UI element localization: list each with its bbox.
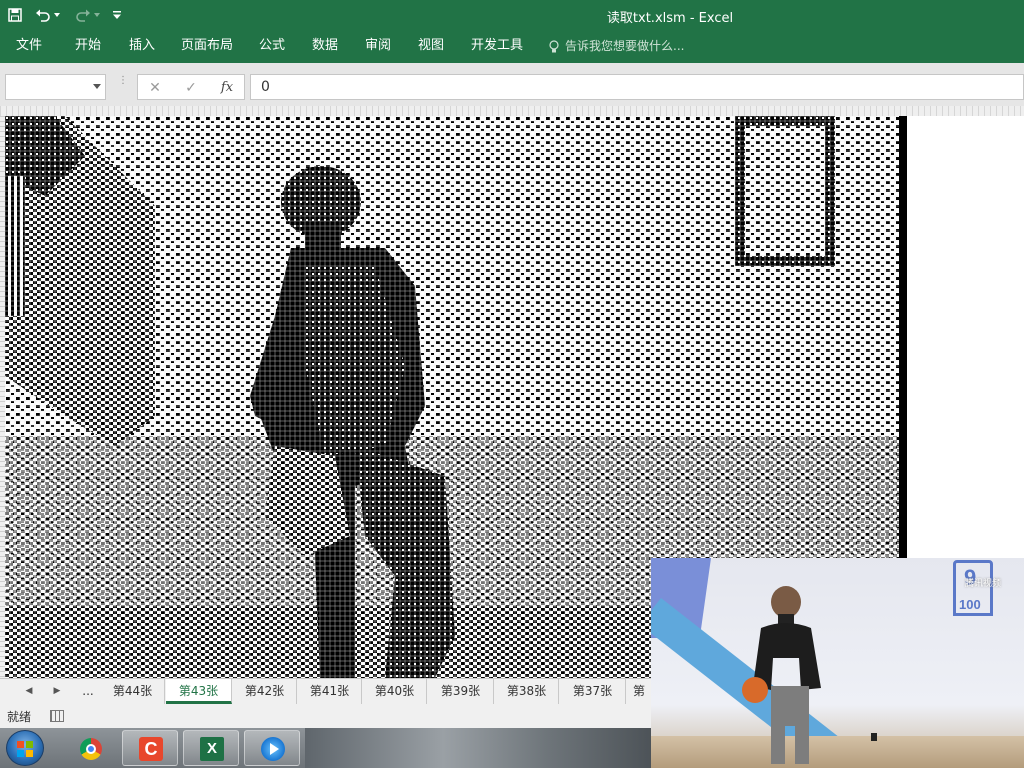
- save-icon[interactable]: [4, 4, 26, 26]
- ribbon-tabs: 文件 开始 插入 页面布局 公式 数据 审阅 视图 开发工具 告诉我您想要做什么…: [0, 30, 1024, 63]
- tell-me-search[interactable]: 告诉我您想要做什么...: [548, 35, 684, 57]
- chevron-down-icon[interactable]: [93, 84, 101, 89]
- capcut-task[interactable]: C: [122, 730, 178, 766]
- title-bar: 读取txt.xlsm - Excel: [0, 0, 1024, 30]
- name-box[interactable]: [5, 74, 106, 100]
- scroll-right-icon[interactable]: ▶: [50, 683, 64, 699]
- video-overlay[interactable]: 9 100 腾讯视频: [651, 558, 1024, 768]
- sheet-tab-active[interactable]: 第43张: [166, 679, 232, 704]
- redo-icon[interactable]: [72, 4, 94, 26]
- undo-icon[interactable]: [32, 4, 54, 26]
- insert-function-button[interactable]: fx: [216, 78, 238, 98]
- video-watermark: 腾讯视频: [965, 579, 1002, 589]
- sheet-tab[interactable]: 第44张: [101, 679, 165, 704]
- media-player-task[interactable]: [244, 730, 300, 766]
- player-figure: [742, 586, 821, 764]
- excel-icon: X: [200, 737, 224, 761]
- tab-insert[interactable]: 插入: [129, 35, 155, 57]
- tab-file[interactable]: 文件: [16, 35, 42, 57]
- chrome-task[interactable]: [62, 730, 118, 766]
- tell-me-text: 告诉我您想要做什么...: [565, 39, 685, 53]
- media-player-icon: [261, 737, 285, 761]
- logo-number: 100: [959, 597, 981, 612]
- tab-data[interactable]: 数据: [312, 35, 338, 57]
- status-ready: 就绪: [7, 710, 32, 724]
- formula-input[interactable]: 0: [250, 74, 1024, 100]
- formula-buttons: ✕ ✓ fx: [137, 74, 245, 100]
- sheet-tab[interactable]: 第: [627, 679, 651, 704]
- more-sheets-button[interactable]: ...: [76, 679, 100, 704]
- cancel-button[interactable]: ✕: [144, 78, 166, 98]
- scroll-left-icon[interactable]: ◀: [22, 683, 36, 699]
- tab-page-layout[interactable]: 页面布局: [181, 35, 233, 57]
- redo-dropdown-icon[interactable]: [92, 4, 102, 26]
- tab-home[interactable]: 开始: [75, 35, 101, 57]
- sheet-tab[interactable]: 第37张: [560, 679, 626, 704]
- resize-handle[interactable]: ⋮: [118, 76, 128, 96]
- tab-formulas[interactable]: 公式: [259, 35, 285, 57]
- desktop-wallpaper: [305, 728, 651, 768]
- tab-view[interactable]: 视图: [418, 35, 444, 57]
- sheet-tab[interactable]: 第40张: [363, 679, 427, 704]
- customize-icon[interactable]: [110, 4, 124, 26]
- capcut-icon: C: [139, 737, 163, 761]
- tab-review[interactable]: 审阅: [365, 35, 391, 57]
- sheet-tab[interactable]: 第41张: [298, 679, 362, 704]
- window-title: 读取txt.xlsm - Excel: [606, 11, 734, 26]
- windows-start-icon[interactable]: [6, 730, 44, 766]
- undo-dropdown-icon[interactable]: [52, 4, 62, 26]
- tab-developer[interactable]: 开发工具: [471, 35, 523, 57]
- mouse-cursor-icon: [871, 733, 877, 741]
- sheet-tab[interactable]: 第39张: [428, 679, 494, 704]
- column-headers[interactable]: [0, 106, 1024, 116]
- macro-record-icon[interactable]: [50, 710, 64, 722]
- lightbulb-icon: [549, 39, 559, 52]
- excel-task[interactable]: X: [183, 730, 239, 766]
- sheet-tab[interactable]: 第42张: [233, 679, 297, 704]
- sheet-tab[interactable]: 第38张: [495, 679, 559, 704]
- enter-button[interactable]: ✓: [180, 78, 202, 98]
- chrome-icon: [80, 738, 102, 760]
